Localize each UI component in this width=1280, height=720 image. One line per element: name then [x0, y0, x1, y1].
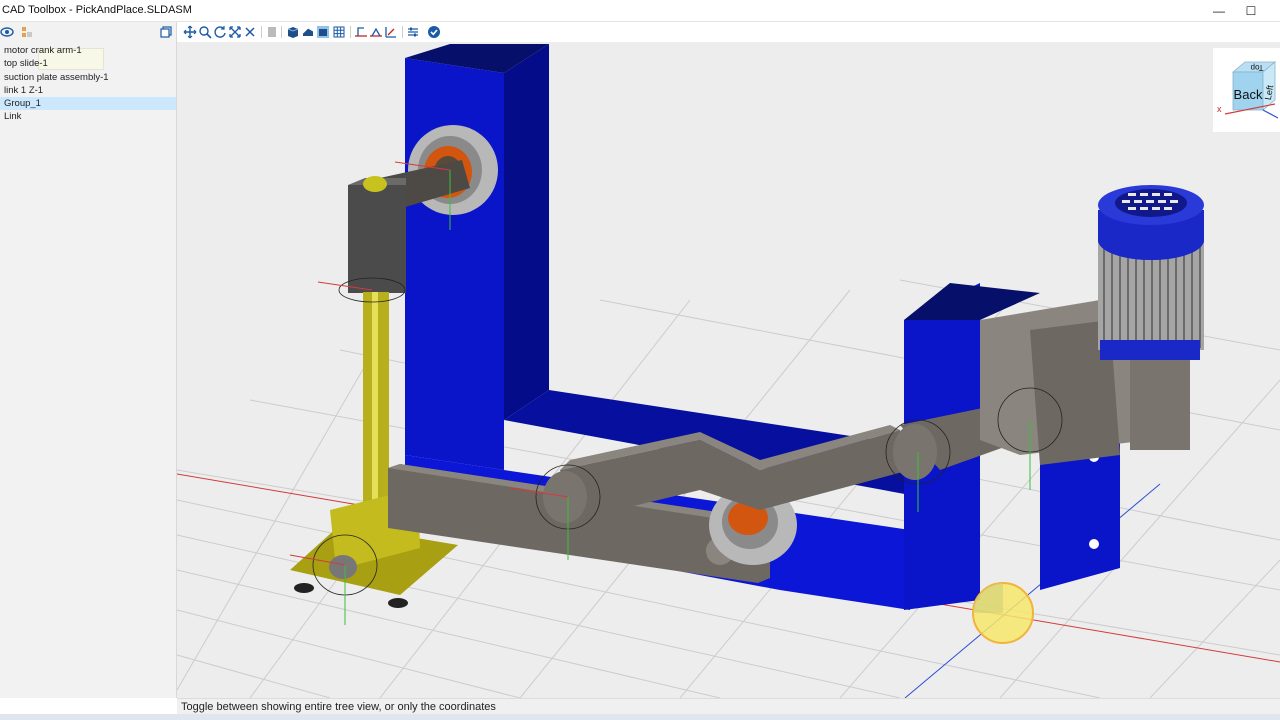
motor — [980, 185, 1204, 465]
copy-icon[interactable] — [159, 25, 173, 39]
display-icon[interactable] — [265, 25, 279, 39]
tree-toggle-icon[interactable] — [20, 25, 34, 39]
tree-item-top-slide[interactable]: top slide-1 — [0, 57, 176, 70]
maximize-button[interactable]: ☐ — [1239, 2, 1263, 20]
mate-icon[interactable] — [384, 25, 398, 39]
3d-viewport[interactable] — [177, 42, 1280, 698]
tree-item-link-1-z[interactable]: link 1 Z-1 — [0, 84, 176, 97]
tree-item-suction-plate[interactable]: suction plate assembly-1 — [0, 71, 176, 84]
assembly-tree: motor crank arm-1 top slide-1 suction pl… — [0, 44, 176, 124]
pan-icon[interactable] — [183, 25, 197, 39]
section-icon[interactable] — [354, 25, 368, 39]
tree-toolbar — [0, 22, 176, 42]
tree-item-group-1[interactable]: Group_1 — [0, 97, 176, 111]
bottom-strip — [0, 714, 1280, 720]
viewcube-axis-label: x — [1217, 104, 1222, 114]
minimize-button[interactable]: — — [1207, 2, 1231, 20]
origin-marker — [972, 582, 1034, 644]
tree-panel: motor crank arm-1 top slide-1 suction pl… — [0, 22, 177, 698]
wireframe-icon[interactable] — [332, 25, 346, 39]
rotate-icon[interactable] — [213, 25, 227, 39]
tree-item-motor-crank-arm[interactable]: motor crank arm-1 — [0, 44, 176, 57]
viewcube-top-label: Top — [1250, 63, 1263, 72]
window-title: CAD Toolbox - PickAndPlace.SLDASM — [2, 4, 192, 16]
toolbar-separator — [261, 26, 262, 38]
status-bar: Toggle between showing entire tree view,… — [177, 698, 1280, 714]
hidden-lines-icon[interactable] — [316, 25, 330, 39]
zoom-fit-icon[interactable] — [228, 25, 242, 39]
zoom-icon[interactable] — [198, 25, 212, 39]
measure-icon[interactable] — [369, 25, 383, 39]
viewcube-front-label: Back — [1234, 87, 1263, 102]
toolbar-separator — [402, 26, 403, 38]
shaded-edges-icon[interactable] — [301, 25, 315, 39]
toolbar-separator — [350, 26, 351, 38]
title-bar: CAD Toolbox - PickAndPlace.SLDASM — ☐ — [0, 0, 1280, 22]
check-icon[interactable] — [427, 25, 441, 39]
eye-icon[interactable] — [0, 25, 14, 39]
tree-item-link[interactable]: Link — [0, 110, 176, 123]
status-text: Toggle between showing entire tree view,… — [181, 701, 496, 713]
fit-all-icon[interactable] — [243, 25, 257, 39]
settings-icon[interactable] — [406, 25, 420, 39]
view-cube[interactable]: Back Left Top x — [1213, 48, 1280, 132]
shaded-icon[interactable] — [286, 25, 300, 39]
view-toolbar — [177, 22, 1280, 42]
toolbar-separator — [281, 26, 282, 38]
